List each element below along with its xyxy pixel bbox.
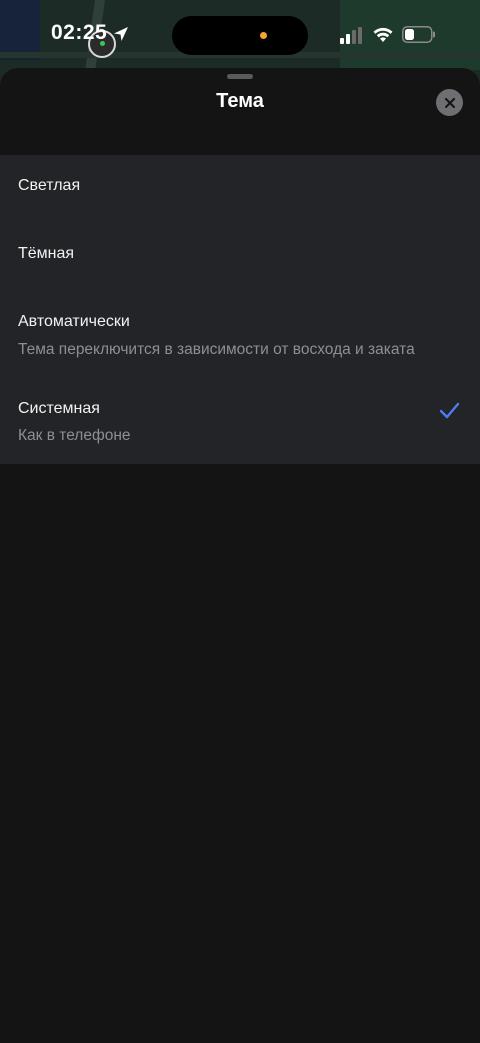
option-label: Системная xyxy=(18,400,100,417)
option-label: Светлая xyxy=(18,177,81,194)
wifi-icon xyxy=(373,27,393,42)
theme-option-system[interactable]: Системная Как в телефоне xyxy=(0,378,480,464)
map-water xyxy=(0,0,40,60)
cellular-signal-icon xyxy=(340,27,362,44)
theme-options-list: Светлая Тёмная Автоматически Тема перекл… xyxy=(0,155,480,464)
close-button[interactable] xyxy=(436,89,463,116)
theme-screen: 02:25 Тема Светлая Тёмная Автоматически … xyxy=(0,0,480,1043)
option-subtitle: Тема переключится в зависимости от восхо… xyxy=(18,341,415,358)
privacy-indicator-dot xyxy=(260,32,267,39)
option-label: Автоматически xyxy=(18,313,130,330)
sheet-grabber[interactable] xyxy=(227,74,253,79)
theme-bottom-sheet: Тема Светлая Тёмная Автоматически Тема п… xyxy=(0,68,480,1043)
status-time: 02:25 xyxy=(51,21,108,44)
battery-icon xyxy=(402,26,435,43)
close-icon xyxy=(444,97,455,108)
location-arrow-icon xyxy=(114,27,128,41)
dynamic-island xyxy=(172,16,308,55)
theme-option-auto[interactable]: Автоматически Тема переключится в зависи… xyxy=(0,291,480,378)
option-subtitle: Как в телефоне xyxy=(18,427,131,444)
theme-option-dark[interactable]: Тёмная xyxy=(0,223,480,291)
theme-option-light[interactable]: Светлая xyxy=(0,155,480,223)
checkmark-icon xyxy=(439,402,460,419)
sheet-title: Тема xyxy=(216,90,264,112)
option-label: Тёмная xyxy=(18,245,75,262)
